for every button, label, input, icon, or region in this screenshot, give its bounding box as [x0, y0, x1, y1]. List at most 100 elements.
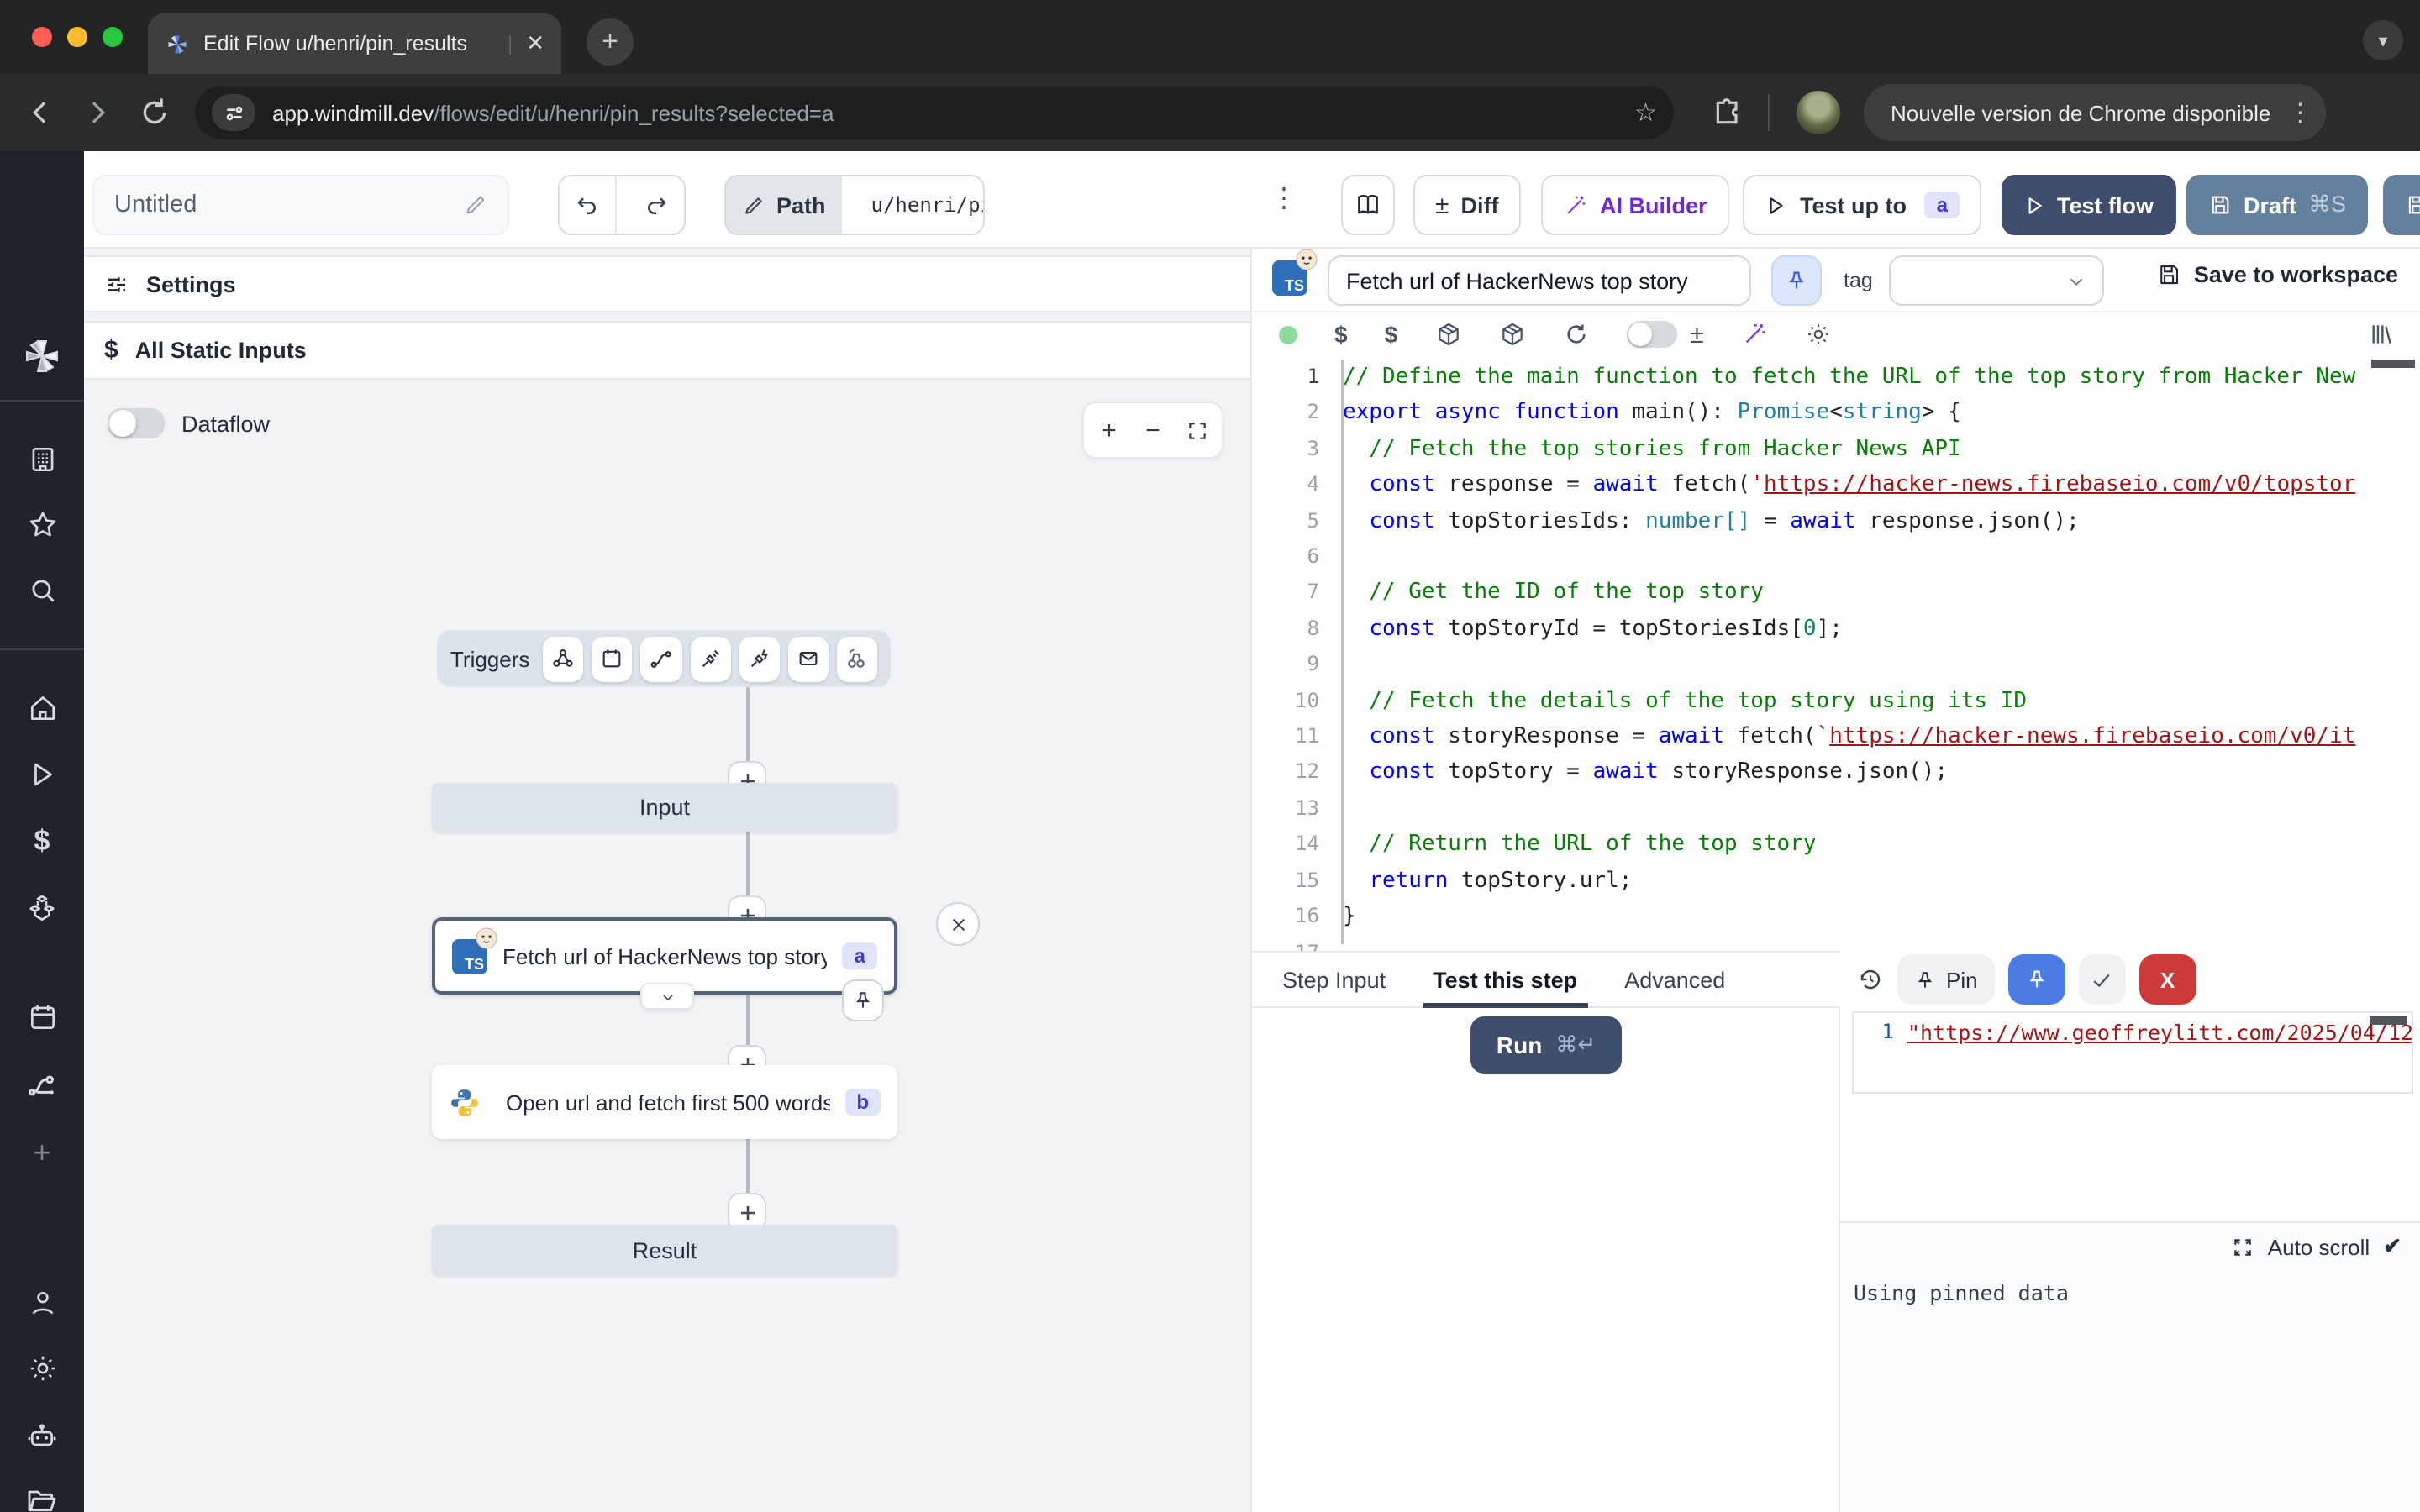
- tab-close-icon[interactable]: ✕: [526, 30, 544, 57]
- webhook-trigger-button[interactable]: [543, 636, 583, 681]
- chrome-menu-kebab-icon[interactable]: ⋮: [2287, 97, 2312, 128]
- code-editor[interactable]: 1// Define the main function to fetch th…: [1252, 356, 2420, 951]
- new-tab-button[interactable]: +: [587, 18, 634, 66]
- zoom-in-button[interactable]: +: [1091, 412, 1128, 449]
- dataflow-toggle-row: Dataflow: [108, 408, 270, 438]
- package-icon[interactable]: [1434, 321, 1461, 348]
- sidebar-item-folders[interactable]: [0, 1483, 84, 1512]
- traffic-close-button[interactable]: [32, 27, 52, 47]
- pinned-scrollbar[interactable]: [2370, 1016, 2407, 1025]
- undo-button[interactable]: [560, 176, 618, 234]
- url-field[interactable]: app.windmill.dev/flows/edit/u/henri/pin_…: [195, 86, 1674, 139]
- tab-advanced[interactable]: Advanced: [1624, 953, 1725, 1006]
- sidebar-item-home[interactable]: [0, 692, 84, 724]
- fit-view-button[interactable]: [1178, 412, 1215, 449]
- step-pin-button[interactable]: [1771, 255, 1822, 306]
- draft-button[interactable]: Draft ⌘S: [2186, 175, 2368, 235]
- path-label-segment[interactable]: Path: [726, 176, 843, 234]
- chrome-update-button[interactable]: Nouvelle version de Chrome disponible ⋮: [1864, 84, 2326, 141]
- extensions-icon[interactable]: [1711, 96, 1744, 129]
- triggers-node[interactable]: Triggers: [437, 630, 891, 687]
- emoji-badge: [476, 927, 497, 948]
- editor-scrollbar[interactable]: [2371, 360, 2415, 368]
- tab-search-icon[interactable]: ▾: [2363, 20, 2403, 60]
- flow-canvas[interactable]: Dataflow + − Triggers: [84, 381, 1250, 1512]
- remove-step-button[interactable]: [936, 902, 980, 946]
- http-route-trigger-button[interactable]: [641, 636, 681, 681]
- traffic-zoom-button[interactable]: [103, 27, 123, 47]
- undo-redo-group: [558, 175, 686, 235]
- editor-settings-gear-icon[interactable]: [1805, 321, 1832, 348]
- pinned-data-editor[interactable]: 1 "https://www.geoffreylitt.com/2025/04/…: [1852, 1011, 2413, 1094]
- sidebar-item-variables[interactable]: $: [0, 825, 84, 858]
- pinned-active-button[interactable]: [2008, 954, 2065, 1005]
- schedule-trigger-button[interactable]: [592, 636, 633, 681]
- expand-step-chevron[interactable]: [640, 983, 694, 1010]
- library-icon[interactable]: [2368, 321, 2395, 348]
- diff-button[interactable]: ± Diff: [1413, 175, 1520, 235]
- step-b-node[interactable]: Open url and fetch first 500 words of ..…: [432, 1065, 897, 1139]
- sidebar-item-ai[interactable]: [0, 1420, 84, 1453]
- pin-button[interactable]: Pin: [1897, 954, 1995, 1005]
- sidebar-item-runs[interactable]: [0, 759, 84, 790]
- tab-step-input[interactable]: Step Input: [1282, 953, 1386, 1006]
- email-trigger-button[interactable]: [788, 636, 829, 681]
- run-button[interactable]: Run ⌘↵: [1470, 1016, 1622, 1074]
- diff-mode-toggle[interactable]: [1626, 321, 1676, 348]
- poll-trigger-button[interactable]: [837, 636, 877, 681]
- result-node[interactable]: Result: [432, 1225, 897, 1275]
- ai-builder-button[interactable]: AI Builder: [1541, 175, 1729, 235]
- sidebar-item-add[interactable]: +: [0, 1136, 84, 1171]
- zoom-out-button[interactable]: −: [1134, 412, 1171, 449]
- step-name-input[interactable]: [1328, 255, 1751, 306]
- traffic-minimize-button[interactable]: [67, 27, 87, 47]
- sidebar-item-settings[interactable]: [0, 1352, 84, 1384]
- bookmark-star-icon[interactable]: ☆: [1634, 97, 1657, 128]
- browser-tab[interactable]: Edit Flow u/henri/pin_results | ✕: [148, 13, 561, 74]
- sidebar-item-favorites[interactable]: [0, 509, 84, 541]
- deploy-button[interactable]: Deploy: [2383, 175, 2420, 235]
- test-flow-button[interactable]: Test flow: [2002, 175, 2175, 235]
- input-node[interactable]: Input: [432, 783, 897, 832]
- ai-assistant-wand-icon[interactable]: [1741, 321, 1768, 348]
- auto-scroll-control[interactable]: Auto scroll ✔: [2233, 1233, 2402, 1260]
- tag-select[interactable]: [1889, 255, 2104, 306]
- static-inputs-icon[interactable]: $: [1334, 321, 1348, 348]
- sidebar-divider: [0, 400, 84, 402]
- variables-icon[interactable]: $: [1385, 321, 1398, 348]
- remove-pin-button[interactable]: X: [2139, 954, 2196, 1005]
- tab-test-this-step[interactable]: Test this step: [1433, 953, 1577, 1006]
- websocket-trigger-button[interactable]: [690, 636, 730, 681]
- toolbar-more-kebab-icon[interactable]: ⋮: [1270, 181, 1297, 215]
- flow-settings-row[interactable]: Settings: [84, 255, 1250, 312]
- save-to-workspace-button[interactable]: Save to workspace: [2157, 262, 2398, 287]
- back-icon[interactable]: [24, 96, 57, 129]
- sidebar-item-workspace[interactable]: [0, 444, 84, 475]
- sidebar-item-search[interactable]: [0, 575, 84, 606]
- sidebar-item-routes[interactable]: [0, 1068, 84, 1102]
- flow-name-field[interactable]: Untitled: [92, 175, 509, 235]
- accept-pin-button[interactable]: [2079, 954, 2126, 1005]
- all-static-inputs-row[interactable]: $ All Static Inputs: [84, 321, 1250, 380]
- kafka-trigger-button[interactable]: [739, 636, 779, 681]
- test-up-to-button[interactable]: Test up to a: [1743, 175, 1981, 235]
- site-info-icon[interactable]: [212, 94, 255, 131]
- windmill-logo[interactable]: [0, 336, 84, 376]
- docs-button[interactable]: [1341, 175, 1395, 235]
- pin-icon: [852, 990, 874, 1011]
- reload-icon[interactable]: [138, 96, 171, 129]
- dataflow-toggle[interactable]: [108, 408, 165, 438]
- sidebar-item-schedules[interactable]: [0, 1001, 84, 1033]
- profile-avatar[interactable]: [1797, 91, 1840, 134]
- forward-icon[interactable]: [81, 96, 114, 129]
- path-button[interactable]: Path u/henri/pin: [724, 175, 985, 235]
- reload-icon[interactable]: [1562, 321, 1589, 348]
- step-a-pin-indicator[interactable]: [842, 979, 884, 1021]
- package-icon[interactable]: [1498, 321, 1525, 348]
- edit-name-pencil-icon[interactable]: [464, 193, 487, 217]
- history-icon[interactable]: [1857, 966, 1884, 993]
- auto-scroll-label: Auto scroll: [2268, 1234, 2370, 1259]
- redo-button[interactable]: [629, 176, 684, 234]
- sidebar-item-resources[interactable]: [0, 892, 84, 926]
- sidebar-item-account[interactable]: [0, 1287, 84, 1319]
